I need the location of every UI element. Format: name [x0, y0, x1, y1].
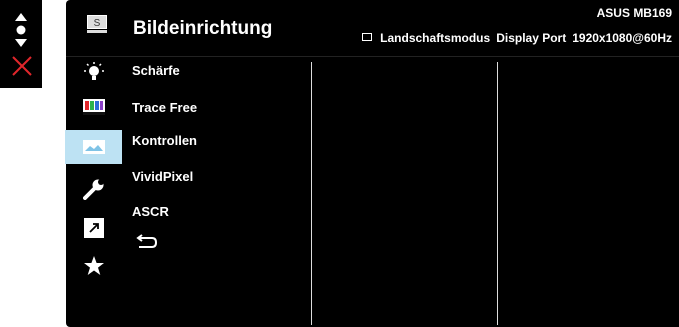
submenu-item-kontrollen[interactable]: Kontrollen [132, 133, 197, 148]
column-divider [311, 62, 312, 325]
page-title: Bildeinrichtung [133, 18, 273, 39]
status-line: Landschaftsmodus Display Port 1920x1080@… [362, 31, 672, 45]
header-divider [66, 56, 679, 57]
landscape-mode-icon [362, 33, 373, 41]
mode-label: Landschaftsmodus [380, 31, 491, 45]
menu-item-system-setup[interactable] [66, 172, 122, 206]
osd-panel: S Bildeinrichtung ASUS MB169 Landschafts… [65, 0, 679, 327]
splendid-icon [84, 62, 104, 80]
menu-item-image[interactable] [65, 130, 122, 164]
submenu-item-vividpixel[interactable]: VividPixel [132, 169, 193, 184]
splendid-logo-icon: S [87, 15, 107, 33]
column-divider [497, 62, 498, 325]
osd-header: S Bildeinrichtung ASUS MB169 Landschafts… [66, 0, 679, 56]
shortcut-icon [84, 218, 104, 238]
system-setup-icon [83, 179, 104, 200]
menu-item-my-favorite[interactable] [66, 249, 122, 283]
back-icon[interactable] [136, 233, 158, 249]
color-icon [83, 99, 105, 115]
input-label: Display Port [496, 31, 567, 45]
resolution-label: 1920x1080@60Hz [572, 31, 672, 45]
image-icon [82, 140, 105, 154]
submenu-item-trace-free[interactable]: Trace Free [132, 100, 197, 115]
submenu-item-ascr[interactable]: ASCR [132, 204, 169, 219]
menu-item-shortcut[interactable] [66, 211, 122, 245]
side-control-strip [0, 0, 42, 88]
menu-item-color[interactable] [66, 90, 122, 124]
svg-text:S: S [94, 18, 101, 29]
menu-item-splendid[interactable] [66, 56, 122, 90]
submenu-item-schaerfe[interactable]: Schärfe [132, 63, 180, 78]
model-name: ASUS MB169 [596, 6, 672, 20]
exit-x-icon[interactable] [11, 55, 33, 77]
my-favorite-icon [84, 256, 104, 275]
navigate-icon[interactable] [14, 13, 28, 47]
